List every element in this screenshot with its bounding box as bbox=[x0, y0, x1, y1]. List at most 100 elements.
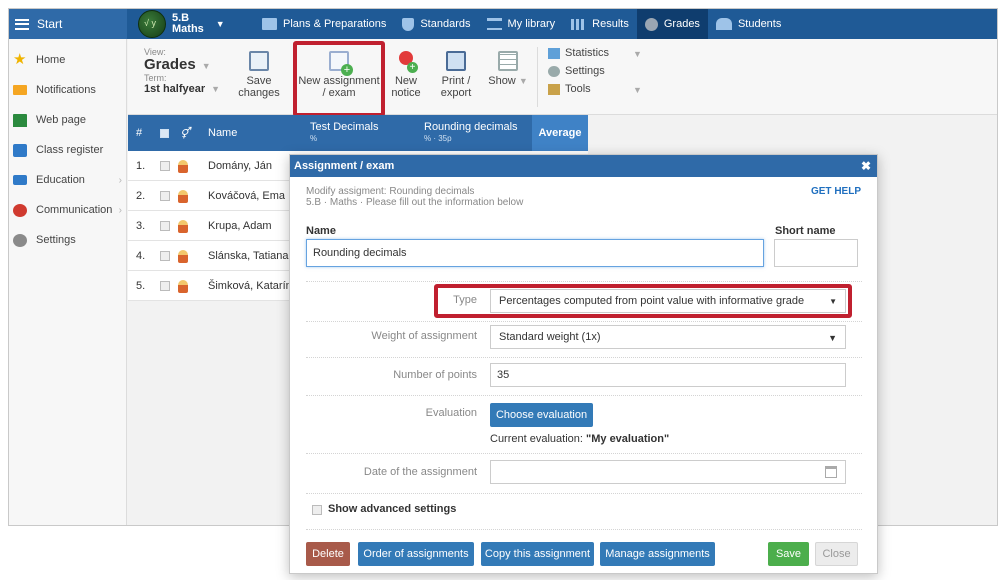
sidebar-item-notifications[interactable]: Notifications bbox=[9, 75, 126, 105]
new-notice-button[interactable]: New notice bbox=[386, 51, 426, 99]
book-icon bbox=[13, 175, 27, 185]
view-selector[interactable]: View: Grades ▼ Term: 1st halfyear ▼ bbox=[144, 47, 220, 95]
student-name[interactable]: Šimková, Katarína bbox=[208, 271, 298, 301]
sidebar-item-settings[interactable]: Settings bbox=[9, 225, 126, 255]
student-name[interactable]: Kováčová, Ema bbox=[208, 181, 285, 211]
divider bbox=[306, 453, 862, 454]
sidebar-item-label: Home bbox=[36, 54, 66, 66]
toolbar-menu: Statistics Settings Tools bbox=[548, 44, 609, 98]
col-name[interactable]: Name bbox=[208, 115, 237, 151]
shield-icon bbox=[402, 17, 415, 31]
col-test-decimals[interactable]: Test Decimals % bbox=[310, 115, 378, 151]
order-of-assignments-button[interactable]: Order of assignments bbox=[358, 542, 474, 566]
sidebar-item-class-register[interactable]: Class register bbox=[9, 135, 126, 165]
header-checkbox[interactable] bbox=[160, 115, 169, 151]
sidebar-item-web-page[interactable]: Web page bbox=[9, 105, 126, 135]
chevron-down-icon: ▼ bbox=[633, 85, 642, 95]
row-number: 3. bbox=[136, 220, 146, 232]
evaluation-label: Evaluation bbox=[425, 407, 477, 419]
class-label: 5.B Maths bbox=[172, 13, 204, 35]
save-button[interactable]: Save bbox=[768, 542, 809, 566]
get-help-link[interactable]: GET HELP bbox=[811, 186, 861, 197]
class-subject: Maths bbox=[172, 23, 204, 35]
star-icon: ★ bbox=[13, 51, 27, 68]
statistics-menu[interactable]: Statistics bbox=[548, 44, 609, 62]
divider bbox=[306, 357, 862, 358]
choose-evaluation-button[interactable]: Choose evaluation bbox=[490, 403, 593, 427]
chevron-down-icon: ▼ bbox=[828, 333, 837, 343]
sidebar-item-label: Settings bbox=[36, 234, 76, 246]
manage-assignments-button[interactable]: Manage assignments bbox=[600, 542, 715, 566]
sidebar-item-label: Communication bbox=[36, 204, 113, 216]
nav-students[interactable]: Students bbox=[708, 9, 789, 39]
register-icon bbox=[13, 143, 27, 157]
row-checkbox[interactable] bbox=[160, 241, 170, 271]
col-average[interactable]: Average bbox=[532, 115, 588, 151]
close-button[interactable]: Close bbox=[815, 542, 858, 566]
col-rounding-decimals[interactable]: Rounding decimals % · 35p bbox=[424, 115, 518, 151]
start-label: Start bbox=[37, 17, 63, 31]
save-changes-button[interactable]: Save changes bbox=[234, 51, 284, 99]
statistics-icon bbox=[548, 47, 560, 59]
sidebar-item-home[interactable]: ★ Home bbox=[9, 45, 126, 75]
nav-plans[interactable]: Plans & Preparations bbox=[254, 9, 394, 39]
start-menu-button[interactable]: Start bbox=[9, 9, 127, 39]
row-checkbox[interactable] bbox=[160, 181, 170, 211]
gender-icon: ⚥ bbox=[180, 127, 190, 140]
print-export-button[interactable]: Print / export bbox=[434, 51, 478, 99]
weight-select[interactable]: Standard weight (1x) ▼ bbox=[490, 325, 846, 349]
pin-icon bbox=[396, 51, 418, 73]
chevron-down-icon: ▼ bbox=[215, 19, 225, 29]
row-checkbox[interactable] bbox=[160, 151, 170, 181]
nav-my-library[interactable]: My library bbox=[479, 9, 564, 39]
chevron-down-icon: ▼ bbox=[211, 84, 221, 94]
term-selector[interactable]: 1st halfyear ▼ bbox=[144, 83, 220, 95]
sidebar: ★ Home Notifications Web page Class regi… bbox=[9, 39, 127, 525]
divider bbox=[306, 321, 862, 322]
sidebar-item-label: Notifications bbox=[36, 84, 96, 96]
divider bbox=[306, 395, 862, 396]
student-name[interactable]: Slánska, Tatiana bbox=[208, 241, 289, 271]
row-number: 1. bbox=[136, 160, 146, 172]
short-name-input[interactable] bbox=[774, 239, 858, 267]
nav-results[interactable]: Results bbox=[563, 9, 637, 39]
date-label: Date of the assignment bbox=[363, 466, 477, 478]
chevron-right-icon: › bbox=[118, 204, 122, 216]
view-value: Grades ▼ bbox=[144, 56, 211, 73]
row-checkbox[interactable] bbox=[160, 271, 170, 301]
assignment-dialog: Assignment / exam ✖ Modify assigment: Ro… bbox=[289, 154, 878, 574]
row-checkbox[interactable] bbox=[160, 211, 170, 241]
tools-menu[interactable]: Tools bbox=[548, 80, 609, 98]
current-evaluation: Current evaluation: "My evaluation" bbox=[490, 433, 670, 445]
student-name[interactable]: Domány, Ján bbox=[208, 151, 272, 181]
toolbar-divider bbox=[537, 47, 538, 107]
delete-button[interactable]: Delete bbox=[306, 542, 350, 566]
nav-standards[interactable]: Standards bbox=[394, 9, 478, 39]
sidebar-item-communication[interactable]: Communication › bbox=[9, 195, 126, 225]
advanced-settings-checkbox[interactable] bbox=[312, 505, 322, 515]
nav-grades[interactable]: Grades bbox=[636, 9, 708, 39]
class-selector[interactable]: 5.B Maths ▼ bbox=[138, 10, 225, 38]
nav-label: Results bbox=[592, 18, 629, 30]
student-name[interactable]: Krupa, Adam bbox=[208, 211, 272, 241]
name-input[interactable]: Rounding decimals bbox=[306, 239, 764, 267]
gear-icon bbox=[13, 233, 27, 247]
sidebar-item-education[interactable]: Education › bbox=[9, 165, 126, 195]
calendar-icon[interactable] bbox=[825, 466, 837, 478]
name-label: Name bbox=[306, 225, 336, 237]
gear-icon bbox=[548, 65, 560, 77]
nav-label: My library bbox=[507, 18, 556, 30]
date-input[interactable] bbox=[490, 460, 846, 484]
hamburger-icon bbox=[15, 18, 29, 30]
highlight-type bbox=[434, 284, 852, 318]
highlight-new-assignment bbox=[293, 41, 385, 117]
envelope-icon bbox=[13, 85, 27, 95]
advanced-settings-label[interactable]: Show advanced settings bbox=[328, 503, 456, 515]
row-number: 2. bbox=[136, 190, 146, 202]
settings-menu[interactable]: Settings bbox=[548, 62, 609, 80]
show-button[interactable]: Show ▼ bbox=[486, 51, 530, 87]
divider bbox=[306, 493, 862, 494]
copy-assignment-button[interactable]: Copy this assignment bbox=[481, 542, 594, 566]
close-icon[interactable]: ✖ bbox=[861, 159, 871, 173]
points-input[interactable]: 35 bbox=[490, 363, 846, 387]
